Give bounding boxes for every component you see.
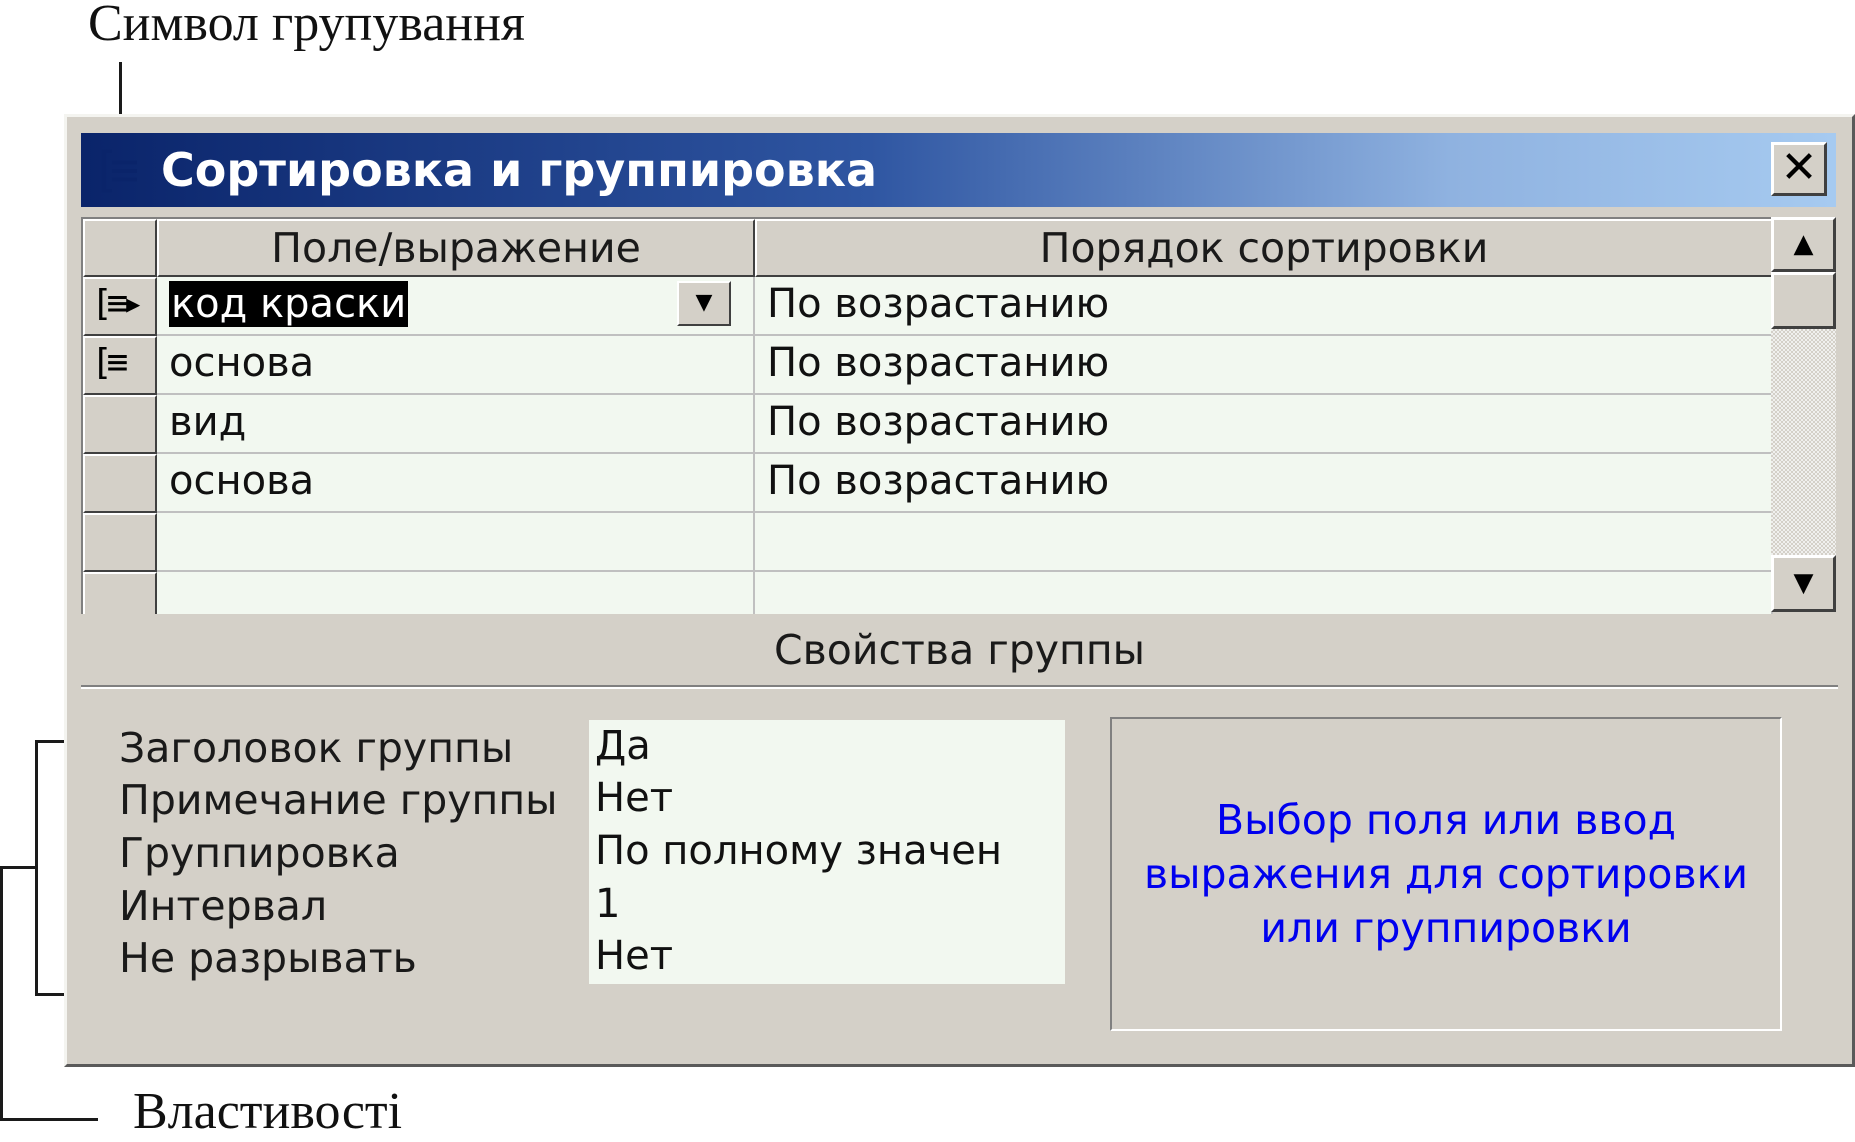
sort-order-cell[interactable]: По возрастанию (755, 454, 1773, 513)
property-value-field[interactable]: Да (589, 720, 1065, 774)
sorting-grouping-dialog: [≡ Сортировка и группировка ✕ Поле/выраж… (64, 114, 1855, 1067)
annotation-properties: Властивості (133, 1083, 403, 1140)
scroll-thumb[interactable] (1771, 272, 1836, 329)
column-header-sort-order[interactable]: Порядок сортировки (755, 219, 1773, 277)
sort-order-cell[interactable]: По возрастанию (755, 395, 1773, 454)
property-label: Группировка (119, 829, 400, 877)
annotation-bracket-bottom-horizontal (0, 1118, 98, 1121)
vertical-scrollbar[interactable]: ▲ ▼ (1771, 217, 1836, 612)
grouping-symbol-icon: [≡ (91, 342, 128, 383)
scroll-down-button[interactable]: ▼ (1771, 555, 1836, 612)
property-label: Интервал (119, 882, 328, 930)
property-label: Заголовок группы (119, 724, 514, 772)
field-expression-value: код краски (169, 281, 409, 327)
property-value-field[interactable]: Нет (589, 772, 1065, 826)
section-divider (81, 685, 1838, 689)
property-value-field[interactable]: Нет (589, 930, 1065, 984)
row-selector[interactable] (83, 513, 157, 572)
sort-order-cell[interactable]: По возрастанию (755, 277, 1773, 336)
sort-order-cell[interactable]: По возрастанию (755, 336, 1773, 395)
window-title: Сортировка и группировка (161, 143, 877, 197)
sort-group-grid: Поле/выражение Порядок сортировки [≡▸ код к… (81, 217, 1773, 614)
annotation-bracket-inner-vertical (35, 740, 38, 996)
field-expression-cell[interactable] (157, 572, 755, 614)
field-expression-value: основа (169, 340, 315, 386)
scroll-up-button[interactable]: ▲ (1771, 217, 1836, 272)
field-expression-value: основа (169, 458, 315, 504)
group-properties-title: Свойства группы (773, 626, 1146, 674)
annotation-grouping-symbol: Символ групування (88, 0, 525, 52)
field-expression-cell[interactable] (157, 513, 755, 572)
field-expression-cell[interactable]: код краски ▼ (157, 277, 755, 336)
field-expression-value: вид (169, 399, 247, 445)
property-label: Примечание группы (119, 776, 558, 824)
sorting-grouping-icon: [≡ (91, 142, 139, 198)
sort-order-cell[interactable] (755, 572, 1773, 614)
sort-order-cell[interactable] (755, 513, 1773, 572)
row-selector[interactable]: [≡▸ (83, 277, 157, 336)
column-header-field[interactable]: Поле/выражение (157, 219, 755, 277)
field-expression-cell[interactable]: основа (157, 336, 755, 395)
property-value-field[interactable]: 1 (589, 878, 1065, 932)
close-button[interactable]: ✕ (1771, 142, 1827, 196)
field-expression-cell[interactable]: вид (157, 395, 755, 454)
grid-corner-header (83, 219, 157, 277)
title-bar[interactable]: [≡ Сортировка и группировка ✕ (81, 133, 1836, 207)
annotation-bracket-outer-vertical (0, 866, 3, 1120)
hint-text: Выбор поля или ввод выражения для сортир… (1143, 796, 1749, 952)
hint-panel: Выбор поля или ввод выражения для сортир… (1110, 717, 1782, 1031)
grouping-symbol-icon: [≡▸ (91, 283, 144, 324)
property-label: Не разрывать (119, 934, 417, 982)
row-selector[interactable] (83, 454, 157, 513)
field-expression-cell[interactable]: основа (157, 454, 755, 513)
annotation-bracket-outer-horizontal (0, 866, 38, 869)
chevron-down-icon[interactable]: ▼ (677, 281, 731, 326)
property-value-field[interactable]: По полному значен (589, 825, 1065, 879)
row-selector[interactable]: [≡ (83, 336, 157, 395)
row-selector[interactable] (83, 572, 157, 614)
row-selector[interactable] (83, 395, 157, 454)
